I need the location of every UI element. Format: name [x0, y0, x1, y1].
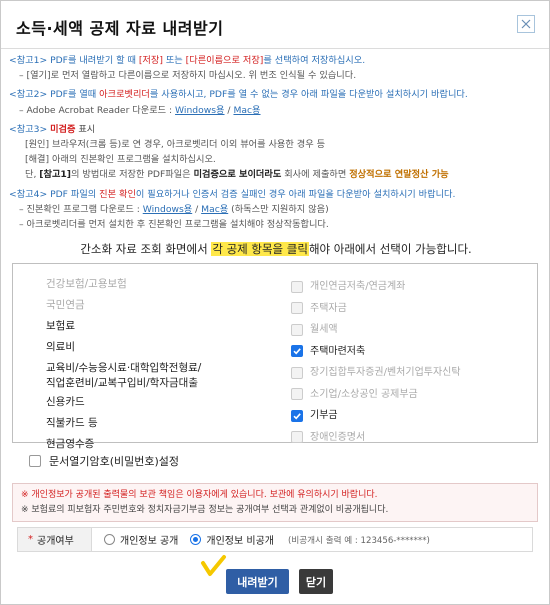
list-item-education[interactable]: 교육비/수능응시료·대학입학전형료/ 직업훈련비/교복구입비/학자금대출 — [46, 358, 276, 392]
list-item-health-insurance: 건강보험/고용보험 — [46, 278, 127, 290]
checkbox — [291, 302, 303, 315]
download-dialog: 소득·세액 공제 자료 내려받기 <참고1> PDF를 내려받기 할 때 [저장… — [0, 0, 550, 605]
acrobat-windows-link[interactable]: Windows용 — [175, 105, 224, 116]
list-item-long-term-fund: 장기집합투자증권/벤처기업투자신탁 — [291, 362, 531, 384]
note-2-heading: <참고2> PDF를 열때 아크로벳리더를 사용하시고, PDF를 열 수 없는… — [9, 89, 468, 101]
deduction-selection-box: 건강보험/고용보험 국민연금 보험료 의료비 교육비/수능응시료·대학입학전형료… — [12, 263, 538, 450]
left-deduction-list: 건강보험/고용보험 국민연금 보험료 의료비 교육비/수능응시료·대학입학전형료… — [46, 274, 276, 455]
checkmark-icon — [293, 348, 301, 355]
close-icon — [521, 19, 531, 29]
download-button[interactable]: 내려받기 — [226, 569, 289, 594]
close-dialog-button[interactable] — [517, 15, 535, 33]
password-checkbox[interactable] — [29, 455, 41, 467]
radio-private-label[interactable]: 개인정보 비공개 — [206, 532, 274, 547]
note-3-exception: 단, [참고1]의 방법대로 저장한 PDF파일은 미검증으로 보이더라도 회사… — [25, 169, 449, 181]
list-item-disability-cert: 장애인증명서 — [291, 427, 531, 449]
checkbox-checked[interactable] — [291, 345, 303, 358]
reference-notes: <참고1> PDF를 내려받기 할 때 [저장] 또는 [다른이름으로 저장]를… — [9, 53, 543, 232]
radio-public-label[interactable]: 개인정보 공개 — [120, 532, 178, 547]
checkbox — [291, 431, 303, 444]
list-item-monthly-rent: 월세액 — [291, 319, 531, 341]
checkbox — [291, 366, 303, 379]
note-3-fix: [해결] 아래의 진본확인 프로그램을 설치하십시오. — [25, 154, 216, 166]
note-4-heading: <참고4> PDF 파일의 진본 확인이 필요하거나 인증서 검증 실패인 경우… — [9, 188, 456, 200]
right-deduction-list: 개인연금저축/연금계좌 주택자금 월세액 주택마련저축 장기집합투자증권/벤처기… — [291, 276, 531, 448]
note-2-detail: – Adobe Acrobat Reader 다운로드 : Windows용 /… — [19, 104, 261, 116]
publicity-label: * 공개여부 — [18, 528, 92, 551]
list-item-cash-receipt[interactable]: 현금영수증 — [46, 434, 276, 455]
note-4-install-order: – 아크로벳리더를 먼저 설치한 후 진본확인 프로그램을 설치해야 정상작동합… — [19, 219, 329, 231]
note-4-download: – 진본확인 프로그램 다운로드 : Windows용 / Mac용 (하독스만… — [19, 203, 329, 215]
publicity-row: * 공개여부 개인정보 공개 개인정보 비공개 (비공개시 출력 예 : 1234… — [17, 527, 533, 552]
checkbox — [291, 388, 303, 401]
list-item-medical[interactable]: 의료비 — [46, 337, 276, 358]
list-item-debit-card[interactable]: 직불카드 등 — [46, 413, 276, 434]
checkmark-annotation-icon — [201, 555, 226, 576]
close-button[interactable]: 닫기 — [299, 569, 333, 594]
instruction-highlight: 각 공제 항목을 클릭 — [211, 242, 309, 256]
masking-example-note: (비공개시 출력 예 : 123456-*******) — [287, 535, 430, 546]
checkmark-icon — [293, 413, 301, 420]
verifier-mac-link[interactable]: Mac용 — [201, 204, 228, 215]
list-item-credit-card[interactable]: 신용카드 — [46, 392, 276, 413]
acrobat-mac-link[interactable]: Mac용 — [233, 105, 260, 116]
checkbox — [291, 280, 303, 293]
warning-line-1: ※ 개인정보가 공개된 출력물의 보관 책임은 이용자에게 있습니다. 보관에 … — [21, 490, 378, 500]
password-option-label: 문서열기암호(비밀번호)설정 — [49, 455, 180, 468]
warning-line-2: ※ 보험료의 피보험자 주민번호와 정치자금기부금 정보는 공개여부 선택과 관… — [21, 505, 389, 515]
password-option-row[interactable]: 문서열기암호(비밀번호)설정 — [29, 453, 179, 469]
list-item-national-pension: 국민연금 — [46, 299, 85, 311]
radio-public[interactable] — [104, 534, 115, 545]
list-item-housing-fund: 주택자금 — [291, 298, 531, 320]
privacy-warning-box: ※ 개인정보가 공개된 출력물의 보관 책임은 이용자에게 있습니다. 보관에 … — [12, 483, 538, 522]
dialog-title: 소득·세액 공제 자료 내려받기 — [16, 19, 224, 38]
note-3-heading: <참고3> 미검증 표시 — [9, 123, 96, 135]
checkbox — [291, 323, 303, 336]
checkbox-checked[interactable] — [291, 409, 303, 422]
list-item-insurance[interactable]: 보험료 — [46, 316, 276, 337]
list-item-pension-savings: 개인연금저축/연금계좌 — [291, 276, 531, 298]
list-item-small-business-aid: 소기업/소상공인 공제부금 — [291, 384, 531, 406]
note-3-cause: [원인] 브라우저(크롬 등)로 연 경우, 아크로벳리더 이외 뷰어를 사용한… — [25, 139, 326, 151]
dialog-titlebar: 소득·세액 공제 자료 내려받기 — [1, 1, 549, 49]
note-1-detail: – [열기]로 먼저 열람하고 다른이름으로 저장하지 마십시오. 위 번조 인… — [19, 70, 357, 82]
list-item-housing-savings[interactable]: 주택마련저축 — [291, 341, 531, 363]
note-1-heading: <참고1> PDF를 내려받기 할 때 [저장] 또는 [다른이름으로 저장]를… — [9, 55, 366, 66]
verifier-windows-link[interactable]: Windows용 — [143, 204, 192, 215]
list-item-donation[interactable]: 기부금 — [291, 405, 531, 427]
radio-private[interactable] — [190, 534, 202, 545]
selection-instruction: 간소화 자료 조회 화면에서 각 공제 항목을 클릭해야 아래에서 선택이 가능… — [80, 242, 472, 256]
